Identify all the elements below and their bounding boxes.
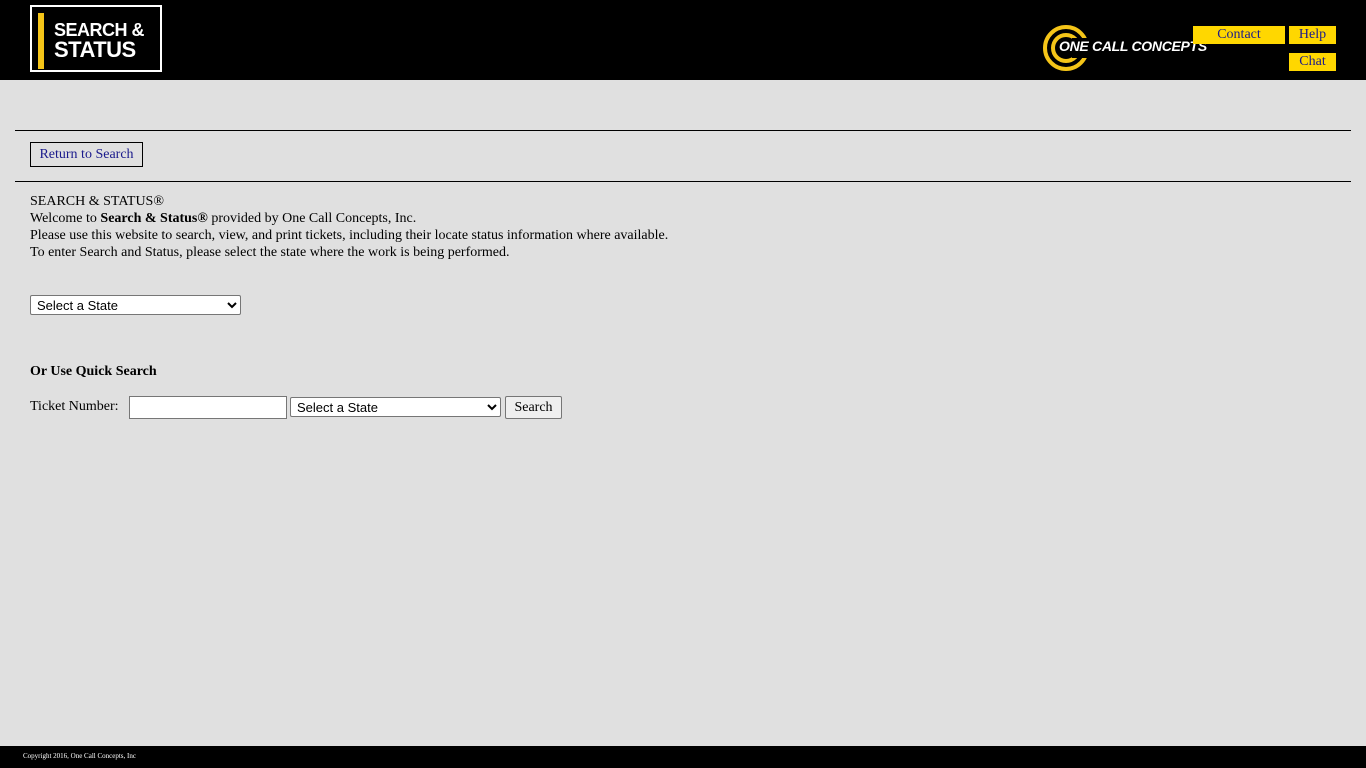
logo-accent-bar xyxy=(38,13,44,69)
divider-top xyxy=(15,130,1351,131)
intro-welcome: Welcome to Search & Status® provided by … xyxy=(30,210,668,227)
page-footer: Copyright 2016, One Call Concepts, Inc xyxy=(0,746,1366,768)
intro-line-3: Please use this website to search, view,… xyxy=(30,228,669,243)
state-select[interactable]: Select a State xyxy=(30,295,241,315)
quick-search-heading: Or Use Quick Search xyxy=(30,364,157,379)
page-header: SEARCH & STATUS ONE CALL CONCEPTS Contac… xyxy=(0,0,1366,80)
welcome-bold: Search & Status® xyxy=(100,211,208,226)
ticket-number-input[interactable] xyxy=(129,396,287,419)
help-button[interactable]: Help xyxy=(1289,26,1336,44)
contact-button[interactable]: Contact xyxy=(1193,26,1285,44)
occ-logo-text: ONE CALL CONCEPTS xyxy=(1059,38,1207,54)
intro-title: SEARCH & STATUS® xyxy=(30,194,164,209)
intro-line-4: To enter Search and Status, please selec… xyxy=(30,245,510,260)
copyright-text: Copyright 2016, One Call Concepts, Inc xyxy=(23,752,136,760)
one-call-concepts-logo: ONE CALL CONCEPTS xyxy=(1042,24,1207,72)
quick-search-state-select[interactable]: Select a State xyxy=(290,397,501,417)
search-button[interactable]: Search xyxy=(505,396,562,419)
ticket-number-label: Ticket Number: xyxy=(30,399,119,414)
return-to-search-button[interactable]: Return to Search xyxy=(30,142,143,167)
logo-line-2: STATUS xyxy=(54,37,136,62)
divider-bottom xyxy=(15,181,1351,182)
search-status-logo[interactable]: SEARCH & STATUS xyxy=(30,5,162,72)
logo-text: SEARCH & STATUS xyxy=(54,21,145,62)
welcome-prefix: Welcome to xyxy=(30,211,101,226)
intro-text: SEARCH & STATUS® Welcome to Search & Sta… xyxy=(30,193,668,261)
welcome-suffix: provided by One Call Concepts, Inc. xyxy=(207,211,417,226)
chat-button[interactable]: Chat xyxy=(1289,53,1336,71)
